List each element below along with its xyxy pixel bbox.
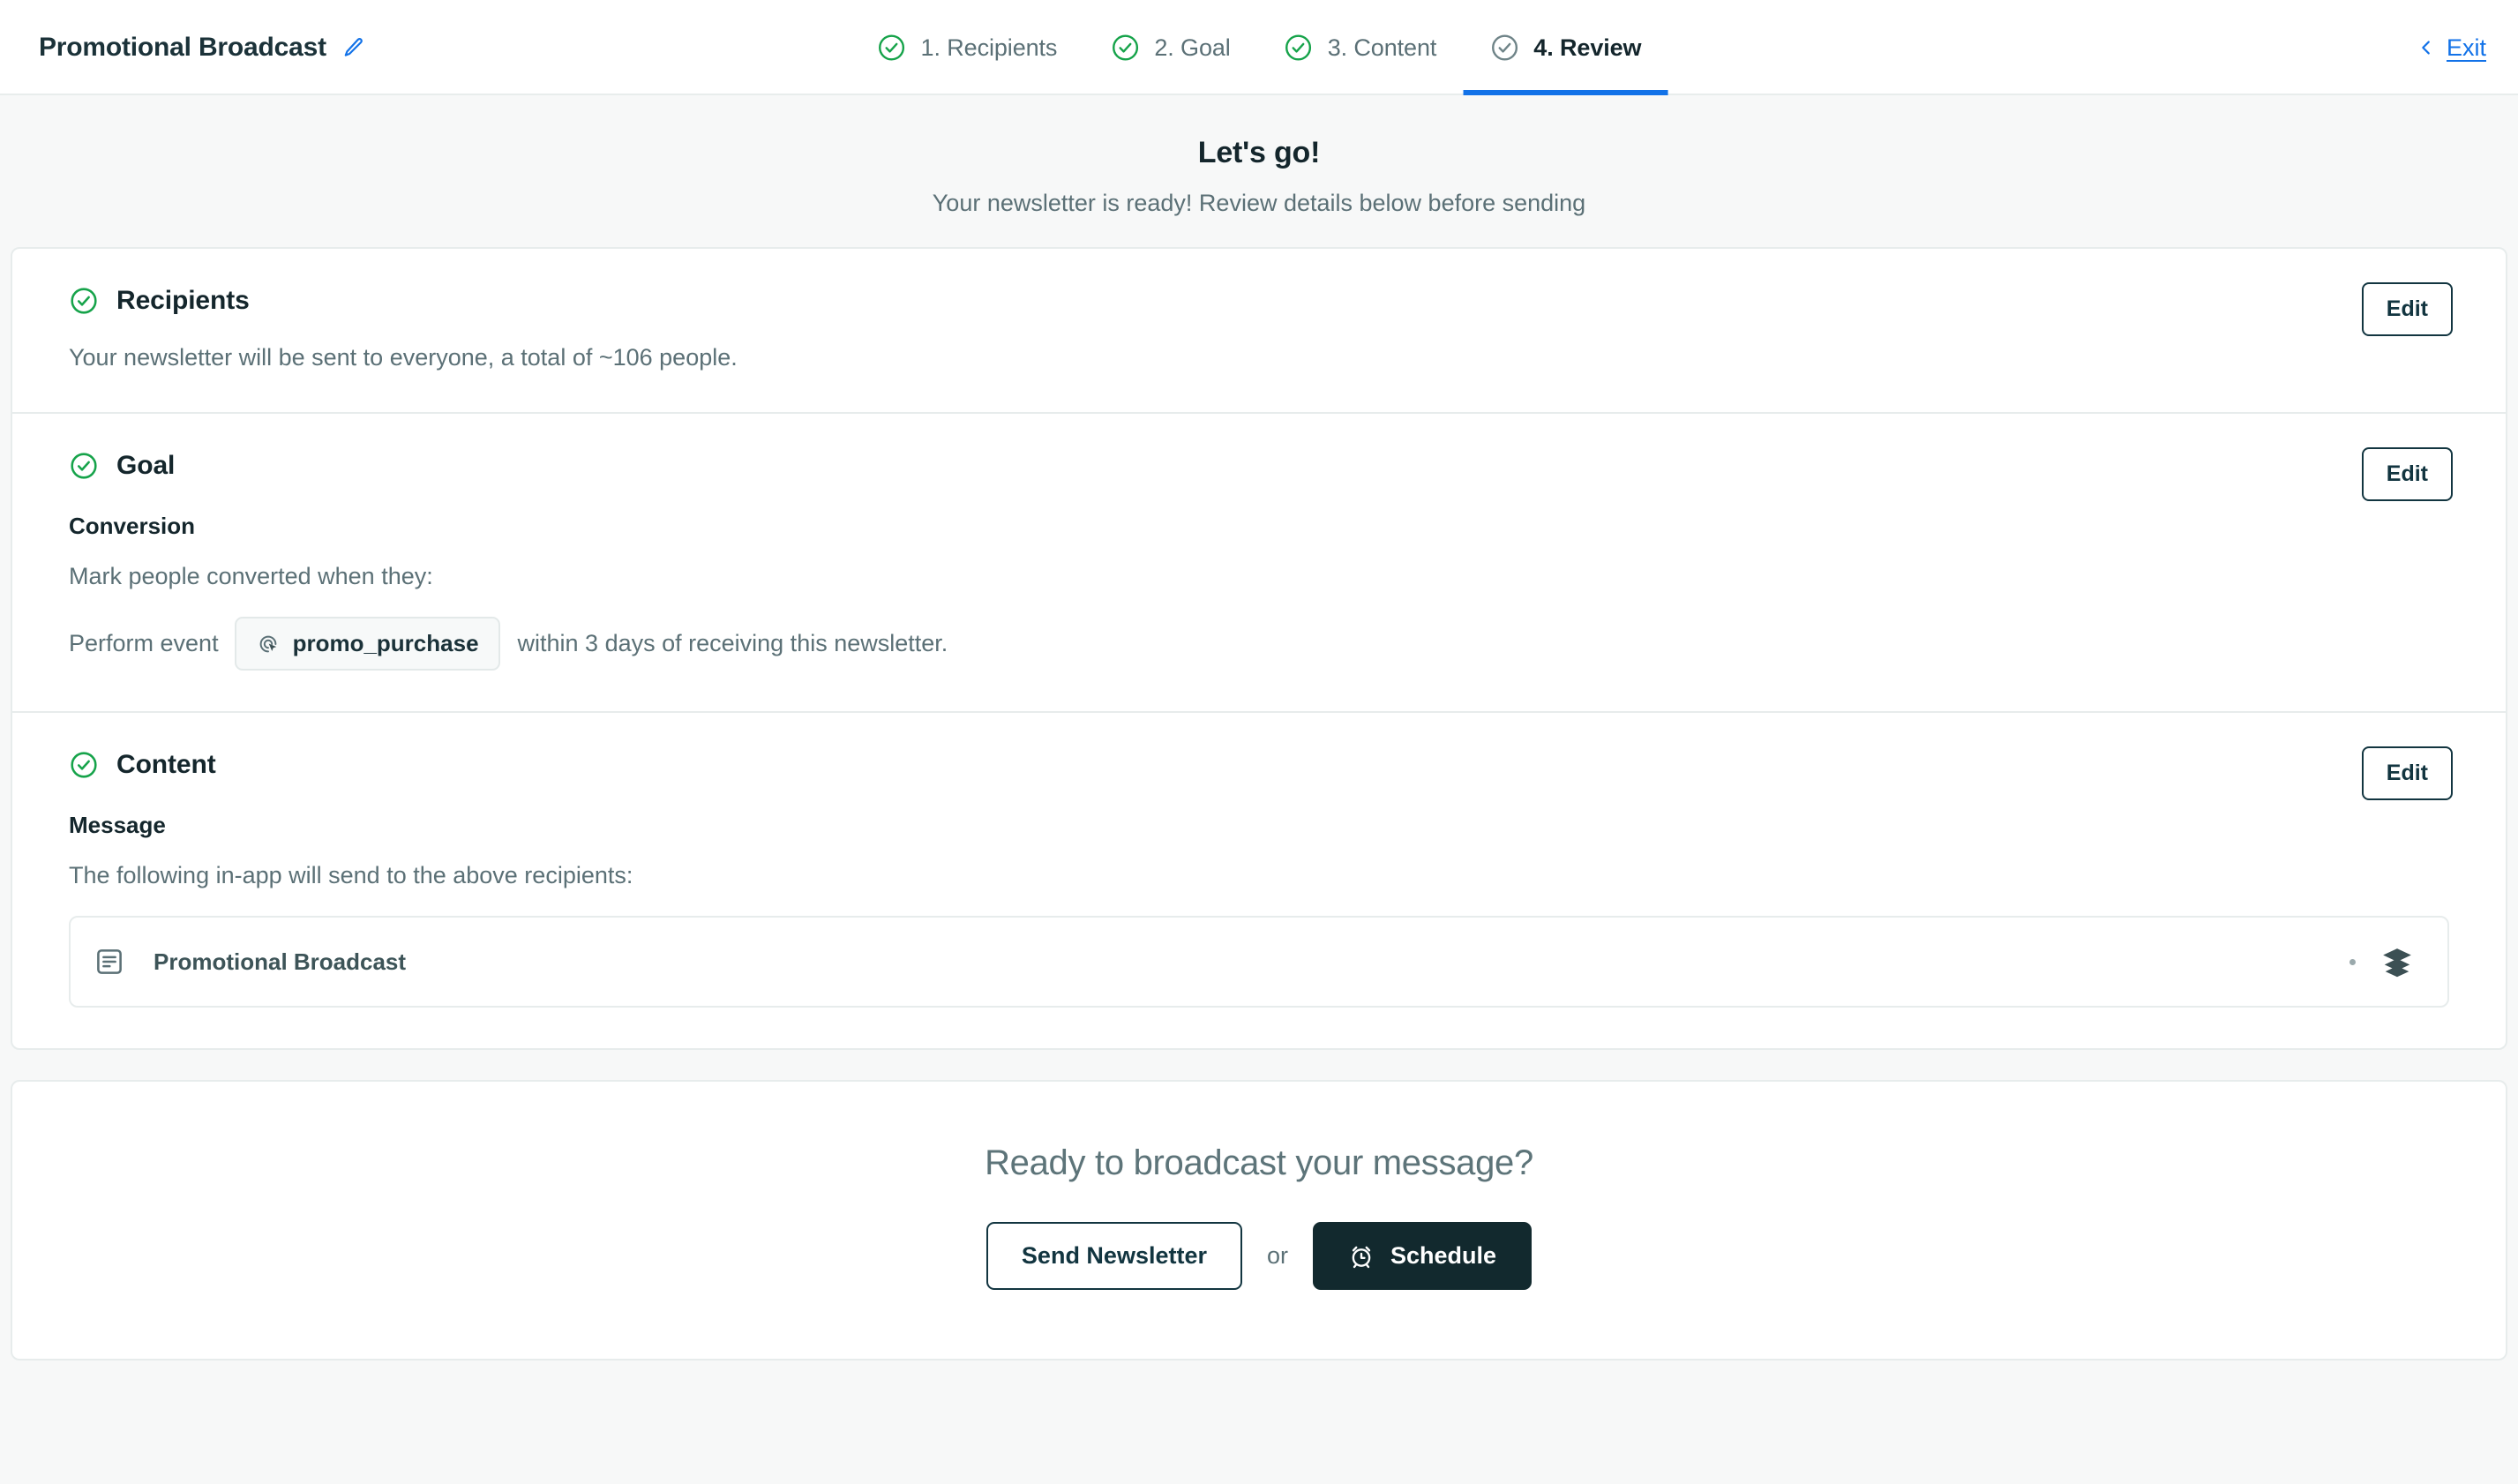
send-newsletter-button[interactable]: Send Newsletter: [985, 1222, 1242, 1291]
page-title: Promotional Broadcast: [39, 33, 326, 62]
content-header: Content: [69, 750, 2449, 780]
message-name: Promotional Broadcast: [154, 948, 407, 975]
review-sections-card: Recipients Edit Your newsletter will be …: [11, 247, 2507, 1050]
broadcast-cta-card: Ready to broadcast your message? Send Ne…: [11, 1080, 2507, 1361]
step-4-label: 4. Review: [1533, 34, 1642, 61]
step-3-content[interactable]: 3. Content: [1257, 0, 1464, 95]
check-circle-icon: [71, 453, 97, 479]
document-lines-icon: [97, 949, 122, 974]
check-circle-icon: [1491, 34, 1518, 61]
page-heading-block: Let's go! Your newsletter is ready! Revi…: [11, 95, 2507, 247]
broadcast-title-group: Promotional Broadcast: [39, 0, 365, 95]
review-headline: Let's go!: [1197, 136, 1321, 169]
event-chip-label: promo_purchase: [292, 630, 479, 656]
step-1-label: 1. Recipients: [920, 34, 1058, 61]
edit-content-button[interactable]: Edit: [2361, 746, 2453, 800]
message-row[interactable]: Promotional Broadcast: [69, 916, 2449, 1008]
goal-header: Goal: [69, 451, 2449, 481]
chevron-left-icon: [2422, 41, 2430, 55]
schedule-button-label: Schedule: [1390, 1242, 1497, 1269]
goal-event-row: Perform event promo_purchase within 3 da…: [69, 617, 2449, 671]
review-subheadline: Your newsletter is ready! Review details…: [932, 190, 1586, 216]
schedule-button[interactable]: Schedule: [1313, 1222, 1533, 1291]
check-circle-icon: [879, 34, 905, 61]
layers-stack-icon[interactable]: [2380, 945, 2414, 978]
step-3-label: 3. Content: [1327, 34, 1437, 61]
goal-title: Goal: [116, 451, 176, 480]
section-recipients: Recipients Edit Your newsletter will be …: [12, 249, 2506, 412]
check-circle-icon: [71, 288, 97, 314]
recipients-title: Recipients: [116, 286, 250, 315]
step-4-review[interactable]: 4. Review: [1463, 0, 1668, 95]
message-row-right: [2349, 945, 2414, 978]
check-circle-icon: [1285, 34, 1312, 61]
recipients-header: Recipients: [69, 286, 2449, 316]
cta-actions: Send Newsletter or Schedule: [12, 1222, 2506, 1291]
wizard-steps: 1. Recipients 2. Goal 3. Content 4. Revi…: [851, 0, 1668, 95]
content-subheading: Message: [69, 812, 166, 838]
exit-label: Exit: [2446, 34, 2486, 61]
section-content: Content Edit Message The following in-ap…: [12, 711, 2506, 1048]
recipients-summary: Your newsletter will be sent to everyone…: [69, 344, 738, 371]
section-goal: Goal Edit Conversion Mark people convert…: [12, 412, 2506, 711]
cta-headline: Ready to broadcast your message?: [985, 1143, 1533, 1182]
or-separator-label: or: [1267, 1242, 1289, 1270]
event-chip[interactable]: promo_purchase: [234, 617, 500, 671]
pencil-icon[interactable]: [342, 36, 365, 59]
exit-link[interactable]: Exit: [2417, 0, 2486, 95]
broadcast-review-page: Promotional Broadcast 1. Recipients 2. G…: [0, 0, 2518, 1484]
edit-recipients-button[interactable]: Edit: [2361, 282, 2453, 336]
content-hint: The following in-app will send to the ab…: [69, 862, 633, 888]
step-1-recipients[interactable]: 1. Recipients: [851, 0, 1084, 95]
event-suffix-label: within 3 days of receiving this newslett…: [517, 630, 948, 656]
step-2-label: 2. Goal: [1154, 34, 1231, 61]
event-click-icon: [259, 635, 276, 652]
event-prefix-label: Perform event: [69, 630, 219, 656]
goal-subheading: Conversion: [69, 513, 196, 539]
top-bar: Promotional Broadcast 1. Recipients 2. G…: [0, 0, 2518, 95]
content-title: Content: [116, 750, 216, 779]
alarm-clock-icon: [1352, 1246, 1371, 1268]
edit-goal-button[interactable]: Edit: [2361, 447, 2453, 501]
status-dot: [2349, 958, 2356, 965]
check-circle-icon: [1112, 34, 1138, 61]
review-body: Let's go! Your newsletter is ready! Revi…: [0, 95, 2518, 1484]
goal-hint: Mark people converted when they:: [69, 563, 433, 589]
check-circle-icon: [71, 752, 97, 778]
step-2-goal[interactable]: 2. Goal: [1083, 0, 1256, 95]
